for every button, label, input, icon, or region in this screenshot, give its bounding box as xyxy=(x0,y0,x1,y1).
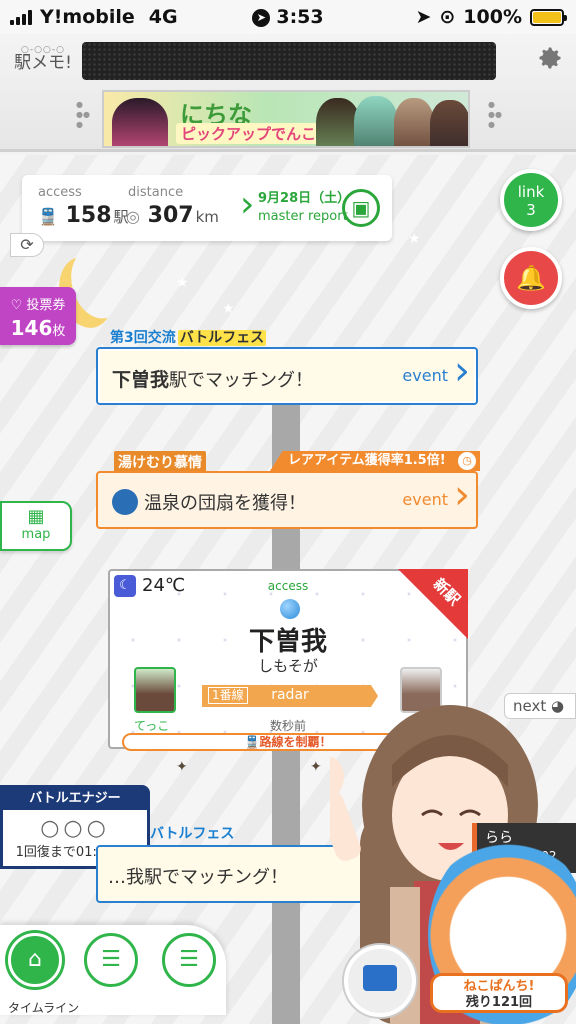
event-card-matching[interactable]: 下曽我駅でマッチング！ event › xyxy=(96,347,478,405)
led-message-board xyxy=(82,42,496,80)
distance-label: distance xyxy=(128,185,184,200)
bottom-nav: ⌂ ☰ ☰ タイムライン xyxy=(0,925,230,1024)
event-tag: event xyxy=(402,366,448,385)
train-icon: 🚆 xyxy=(244,735,260,749)
bell-icon: 🔔 xyxy=(516,264,546,292)
rare-item-banner: レアアイテム獲得率1.5倍! ◷ xyxy=(270,451,480,471)
app-logo: ○-○○-○ 駅メモ! xyxy=(12,46,74,72)
sparkle-icon: ✦ xyxy=(176,759,188,775)
train-button[interactable]: ▣ xyxy=(342,189,380,227)
star-icon: ★ xyxy=(408,231,421,247)
tickets-label: ♡ 投票券 xyxy=(10,298,66,313)
home-button[interactable]: ⌂ xyxy=(8,933,62,987)
logo-text: 駅メモ! xyxy=(14,53,72,73)
home-icon: ⌂ xyxy=(28,947,42,972)
fan-icon xyxy=(112,489,138,515)
banner-character xyxy=(430,100,468,146)
link-count: 3 xyxy=(526,201,536,219)
location-arrow-icon: ➤ xyxy=(415,6,432,28)
compass-icon: ◎ xyxy=(126,207,140,226)
train-icon: 🚆 xyxy=(38,207,58,226)
station-list-button[interactable]: ☰ xyxy=(162,933,216,987)
event-text: 下曽我駅でマッチング！ xyxy=(112,369,314,391)
event-text: …我駅でマッチング！ xyxy=(108,867,288,888)
event-text: 温泉の団扇を獲得！ xyxy=(112,489,306,515)
list-icon: ☰ xyxy=(101,947,121,972)
access-label: access xyxy=(267,579,309,593)
report-date: 9月28日（土） xyxy=(258,191,351,206)
sparkle-icon: ✦ xyxy=(310,759,322,775)
item-box-button[interactable] xyxy=(344,945,416,1017)
neko-punch-remaining: 残り121回 xyxy=(465,995,533,1010)
app-header: ○-○○-○ 駅メモ! ● ●● ● ● ●● ● にちな ピックアップでんこガチャ xyxy=(0,34,576,152)
speaker-dots-right: ● ●● ● xyxy=(488,100,502,129)
map-button[interactable]: ▦ map xyxy=(0,501,72,551)
tickets-count: 146枚 xyxy=(10,316,66,340)
chevron-right-icon: › xyxy=(454,348,470,394)
star-icon: ★ xyxy=(222,301,235,317)
gacha-banner[interactable]: にちな ピックアップでんこガチャ xyxy=(102,90,470,148)
star-icon: ★ xyxy=(176,275,189,291)
refresh-button[interactable]: ⟳ xyxy=(10,233,44,257)
fes-badge: 第3回交流 バトルフェス xyxy=(110,330,267,346)
gear-icon[interactable] xyxy=(536,44,564,72)
access-label: access xyxy=(38,185,82,200)
timeline-label[interactable]: タイムライン xyxy=(8,999,79,1016)
link-button[interactable]: link 3 xyxy=(500,169,562,231)
chevron-right-icon: › xyxy=(454,472,470,518)
link-label: link xyxy=(517,183,545,201)
map-label: map xyxy=(21,527,51,542)
train-list-icon: ☰ xyxy=(179,947,199,972)
station-name: 下曽我 xyxy=(248,627,327,657)
chevron-right-icon: › xyxy=(240,184,255,225)
event-tag: event xyxy=(402,490,448,509)
vote-tickets[interactable]: ♡ 投票券 146枚 xyxy=(0,287,76,345)
battle-energy-title: バトルエナジー xyxy=(3,788,147,810)
stats-card[interactable]: access 🚆 158 駅 distance ◎ 307 km › 9月28日（土… xyxy=(22,175,392,241)
globe-icon xyxy=(280,599,300,619)
main-field: access 🚆 158 駅 distance ◎ 307 km › 9月28日（土… xyxy=(0,155,576,1024)
train-icon: ▣ xyxy=(351,196,371,220)
event-card-onsen[interactable]: 温泉の団扇を獲得！ event › xyxy=(96,471,478,529)
battery-percent: 100% xyxy=(463,6,522,28)
clock-icon: ◷ xyxy=(458,452,476,470)
energy-slots: ○○○ xyxy=(40,816,110,841)
clock: 3:53 xyxy=(276,6,324,28)
denko-avatar[interactable] xyxy=(134,667,176,713)
bell-button[interactable]: 🔔 xyxy=(500,247,562,309)
fes-badge: バトルフェス xyxy=(150,826,235,842)
denko-list-button[interactable]: ☰ xyxy=(84,933,138,987)
toolbox-icon xyxy=(363,965,397,991)
location-icon: ➤ xyxy=(252,9,271,27)
master-report-link[interactable]: master report xyxy=(258,209,348,224)
status-bar: Y!mobile 4G ➤ 3:53 ➤ ⊙ 100% xyxy=(0,0,576,34)
speaker-dots-left: ● ●● ● xyxy=(76,100,90,129)
map-icon: ▦ xyxy=(27,506,45,527)
distance-value: ◎ 307 km xyxy=(126,203,219,228)
neko-punch-label: ねこぱんち! 残り121回 xyxy=(430,973,568,1013)
banner-character xyxy=(354,96,398,146)
banner-character xyxy=(394,98,434,146)
neko-punch-title: ねこぱんち! xyxy=(463,979,535,994)
banner-character xyxy=(112,98,168,146)
refresh-icon: ⟳ xyxy=(20,235,34,254)
spa-badge: 湯けむり慕情 xyxy=(114,451,206,473)
lock-rotation-icon: ⊙ xyxy=(439,6,456,28)
battery-icon xyxy=(530,8,567,26)
access-count: 🚆 158 駅 xyxy=(38,203,129,228)
